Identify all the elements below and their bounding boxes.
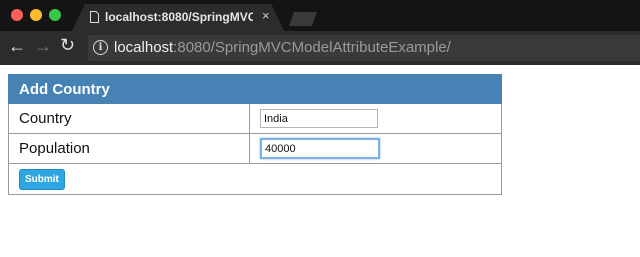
form-row-country: Country [8, 103, 502, 134]
maximize-window-button[interactable] [49, 9, 61, 21]
country-label: Country [8, 103, 250, 134]
address-bar[interactable]: i localhost:8080/SpringMVCModelAttribute… [88, 35, 640, 61]
close-icon[interactable]: × [262, 8, 270, 23]
info-icon[interactable]: i [93, 40, 108, 55]
browser-title-bar: localhost:8080/SpringMVCMo × [0, 0, 640, 31]
back-arrow-icon[interactable]: ← [8, 36, 26, 57]
minimize-window-button[interactable] [30, 9, 42, 21]
browser-toolbar: ← → ↻ i localhost:8080/SpringMVCModelAtt… [0, 31, 640, 65]
form-row-population: Population [8, 133, 502, 164]
new-tab-button[interactable] [289, 12, 317, 26]
population-cell [249, 133, 502, 164]
url-text[interactable]: localhost:8080/SpringMVCModelAttributeEx… [114, 39, 451, 56]
population-input[interactable] [260, 138, 380, 159]
forward-arrow-icon[interactable]: → [34, 36, 52, 57]
add-country-form: Add Country Country Population Submit [8, 74, 502, 195]
close-window-button[interactable] [11, 9, 23, 21]
population-label: Population [8, 133, 250, 164]
country-cell [249, 103, 502, 134]
submit-button[interactable]: Submit [19, 168, 65, 190]
reload-icon[interactable]: ↻ [60, 35, 75, 56]
page-icon [90, 11, 99, 23]
url-host: localhost [114, 39, 174, 56]
form-row-submit: Submit [8, 163, 502, 195]
submit-cell: Submit [8, 163, 502, 195]
form-header: Add Country [8, 74, 502, 104]
browser-tab[interactable]: localhost:8080/SpringMVCMo × [72, 4, 284, 31]
url-path: :8080/SpringMVCModelAttributeExample/ [173, 39, 451, 56]
country-input[interactable] [260, 109, 378, 129]
tab-title: localhost:8080/SpringMVCMo [105, 10, 253, 24]
